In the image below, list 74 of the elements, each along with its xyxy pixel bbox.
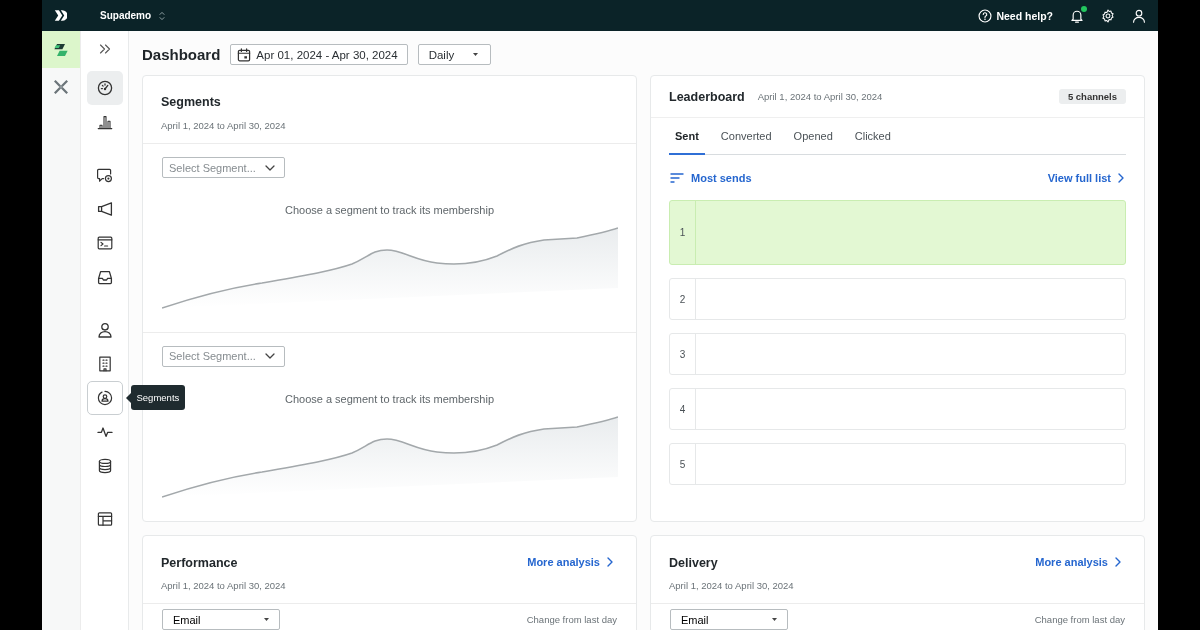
caret-down-icon — [264, 618, 269, 621]
card-title: Segments — [161, 95, 222, 109]
caret-down-icon — [772, 618, 777, 621]
building-icon — [96, 356, 113, 372]
settings-icon[interactable] — [1101, 8, 1115, 23]
segment-select[interactable]: Select Segment... — [162, 345, 285, 367]
date-subtitle: April 1, 2024 to April 30, 2024 — [669, 580, 794, 592]
change-note: Change from last day — [1034, 614, 1125, 625]
calendar-icon — [237, 47, 252, 62]
database-icon — [96, 458, 113, 474]
channel-select[interactable]: Email — [162, 609, 280, 630]
date-subtitle: April 1, 2024 to April 30, 2024 — [161, 580, 286, 592]
view-full-list-link[interactable]: View full list — [1047, 171, 1124, 184]
bell-icon[interactable] — [1070, 8, 1084, 23]
user-icon[interactable] — [1132, 8, 1146, 23]
chat-gear-icon — [96, 167, 113, 183]
chevron-updown-icon — [159, 10, 166, 21]
chevron-right-icon — [607, 557, 613, 567]
leaderboard-row[interactable]: 1 — [669, 200, 1126, 265]
card-title: Leaderboard — [669, 89, 745, 104]
nav-button[interactable] — [86, 381, 123, 415]
terminal-icon — [96, 235, 113, 251]
sort-button[interactable]: Most sends — [670, 171, 752, 184]
gauge-icon — [96, 80, 113, 96]
more-analysis-link[interactable]: More analysis — [527, 556, 613, 568]
caret-down-icon — [472, 53, 478, 56]
help-icon — [978, 8, 993, 23]
person-icon — [96, 322, 113, 338]
rank-number: 5 — [670, 444, 696, 484]
chevron-down-icon — [265, 353, 275, 359]
chevron-down-icon — [265, 164, 275, 171]
megaphone-icon — [96, 201, 113, 217]
chevron-right-icon — [1118, 172, 1124, 183]
inbox-icon — [96, 269, 113, 285]
date-subtitle: April 1, 2024 to April 30, 2024 — [757, 91, 883, 102]
cross-logo-icon — [53, 78, 69, 95]
tab[interactable]: Opened — [787, 118, 839, 155]
date-range-picker[interactable]: Apr 01, 2024 - Apr 30, 2024 — [230, 44, 408, 65]
change-note: Change from last day — [526, 614, 617, 625]
page-title: Dashboard — [142, 46, 221, 63]
tab[interactable]: Sent — [669, 118, 705, 155]
empty-state-message: Choose a segment to track its membership — [284, 204, 495, 216]
rank-number: 4 — [670, 389, 696, 429]
rank-number: 2 — [670, 279, 696, 319]
double-chevron-icon[interactable] — [98, 44, 111, 54]
tab[interactable]: Clicked — [848, 118, 897, 155]
nav-button[interactable] — [86, 71, 123, 105]
rank-number: 1 — [670, 201, 696, 264]
rank-number: 3 — [670, 334, 696, 374]
user-circle-icon — [96, 390, 113, 406]
app-switcher-button[interactable] — [42, 31, 80, 68]
channel-select[interactable]: Email — [670, 609, 788, 630]
workspace-switcher[interactable]: Supademo — [100, 10, 166, 21]
date-subtitle: April 1, 2024 to April 30, 2024 — [161, 120, 287, 132]
help-button[interactable]: Need help? — [978, 8, 1053, 23]
chevron-right-icon — [1115, 557, 1121, 567]
segment-select[interactable]: Select Segment... — [162, 157, 285, 178]
leaderboard-row[interactable]: 4 — [669, 388, 1126, 430]
leaderboard-row[interactable]: 2 — [669, 278, 1126, 320]
bar-chart-icon — [96, 114, 113, 130]
logo-icon[interactable] — [54, 9, 67, 22]
empty-state-message: Choose a segment to track its membership — [284, 392, 495, 405]
tiles-logo-icon — [53, 41, 69, 58]
channel-count-badge: 5 channels — [1058, 89, 1126, 104]
sort-icon — [670, 172, 684, 183]
table-icon — [96, 511, 113, 527]
tooltip: Segments — [130, 385, 186, 410]
more-analysis-link[interactable]: More analysis — [1035, 556, 1121, 568]
card-title: Delivery — [669, 556, 719, 570]
card-title: Performance — [161, 556, 239, 570]
leaderboard-row[interactable]: 3 — [669, 333, 1126, 375]
interval-select[interactable]: Daily — [417, 44, 491, 65]
tab[interactable]: Converted — [714, 118, 778, 155]
leaderboard-row[interactable]: 5 — [669, 443, 1126, 485]
